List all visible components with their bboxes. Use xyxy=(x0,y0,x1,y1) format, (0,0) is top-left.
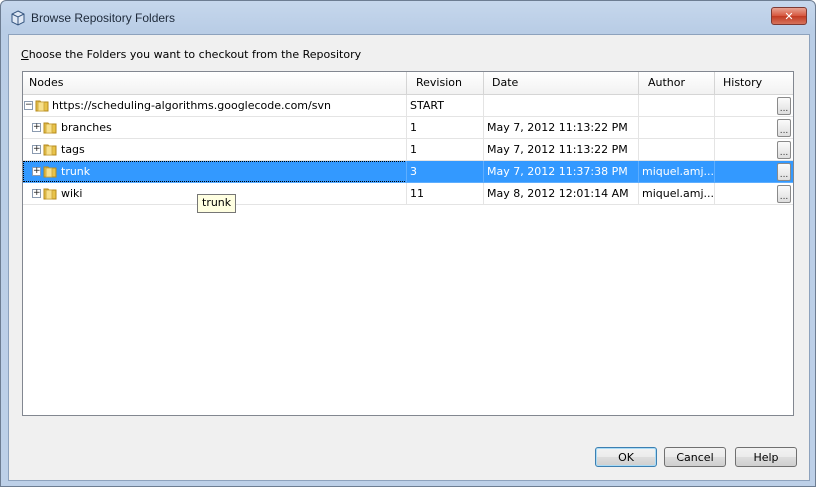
title-bar[interactable]: Browse Repository Folders ✕ xyxy=(1,1,815,35)
node-label: trunk xyxy=(61,165,91,178)
folders-tree-table[interactable]: Nodes Revision Date Author History − htt… xyxy=(22,71,794,416)
dialog-content: Choose the Folders you want to checkout … xyxy=(8,34,810,481)
node-cell[interactable]: + tags xyxy=(23,139,407,161)
author-cell xyxy=(639,139,715,161)
revision-cell: 11 xyxy=(407,183,484,205)
node-tooltip: trunk xyxy=(197,194,237,213)
expand-icon[interactable]: + xyxy=(32,145,41,154)
node-label: branches xyxy=(61,121,112,134)
node-cell[interactable]: + branches xyxy=(23,117,407,139)
folder-icon xyxy=(43,144,57,156)
date-cell: May 8, 2012 12:01:14 AM xyxy=(484,183,639,205)
node-cell[interactable]: − https://scheduling-algorithms.googleco… xyxy=(23,95,407,117)
revision-cell: START xyxy=(407,95,484,117)
table-header: Nodes Revision Date Author History xyxy=(23,72,793,95)
browse-repository-dialog: Browse Repository Folders ✕ Choose the F… xyxy=(0,0,816,487)
column-header-revision[interactable]: Revision xyxy=(407,72,484,94)
table-row[interactable]: + tags 1 May 7, 2012 11:13:22 PM ... xyxy=(23,139,793,161)
date-cell: May 7, 2012 11:13:22 PM xyxy=(484,139,639,161)
revision-cell: 1 xyxy=(407,117,484,139)
author-cell xyxy=(639,117,715,139)
folder-icon xyxy=(35,100,49,112)
expand-icon[interactable]: + xyxy=(32,189,41,198)
folder-icon xyxy=(43,166,57,178)
column-header-date[interactable]: Date xyxy=(484,72,639,94)
instruction-text: Choose the Folders you want to checkout … xyxy=(21,48,361,61)
node-cell[interactable]: + trunk xyxy=(23,161,407,183)
table-row[interactable]: + branches 1 May 7, 2012 11:13:22 PM ... xyxy=(23,117,793,139)
close-button[interactable]: ✕ xyxy=(771,7,807,25)
history-button[interactable]: ... xyxy=(777,163,791,181)
column-header-author[interactable]: Author xyxy=(639,72,715,94)
mnemonic-letter: C xyxy=(21,48,29,61)
folder-icon xyxy=(43,122,57,134)
author-cell: miquel.amj... xyxy=(639,183,715,205)
history-button[interactable]: ... xyxy=(777,141,791,159)
instruction-rest: hoose the Folders you want to checkout f… xyxy=(28,48,362,61)
revision-cell: 1 xyxy=(407,139,484,161)
table-row-selected[interactable]: + trunk 3 May 7, 2012 11:37:38 PM miquel… xyxy=(23,161,793,183)
cancel-button[interactable]: Cancel xyxy=(664,447,726,467)
table-row[interactable]: − https://scheduling-algorithms.googleco… xyxy=(23,95,793,117)
column-header-history[interactable]: History xyxy=(715,72,793,94)
author-cell xyxy=(639,95,715,117)
node-label: https://scheduling-algorithms.googlecode… xyxy=(52,99,331,112)
app-cube-icon xyxy=(11,10,25,26)
close-icon: ✕ xyxy=(784,9,794,23)
ok-button[interactable]: OK xyxy=(595,447,657,467)
help-button[interactable]: Help xyxy=(735,447,797,467)
node-label: tags xyxy=(61,143,85,156)
column-header-nodes[interactable]: Nodes xyxy=(23,72,407,94)
date-cell: May 7, 2012 11:37:38 PM xyxy=(484,161,639,183)
history-button[interactable]: ... xyxy=(777,119,791,137)
date-cell xyxy=(484,95,639,117)
expand-icon[interactable]: + xyxy=(32,123,41,132)
history-button[interactable]: ... xyxy=(777,97,791,115)
node-label: wiki xyxy=(61,187,83,200)
history-button[interactable]: ... xyxy=(777,185,791,203)
folder-icon xyxy=(43,188,57,200)
collapse-icon[interactable]: − xyxy=(24,101,33,110)
window-title: Browse Repository Folders xyxy=(31,11,176,25)
author-cell: miquel.amj... xyxy=(639,161,715,183)
date-cell: May 7, 2012 11:13:22 PM xyxy=(484,117,639,139)
table-row[interactable]: + wiki 11 May 8, 2012 12:01:14 AM miquel… xyxy=(23,183,793,205)
revision-cell: 3 xyxy=(407,161,484,183)
expand-icon[interactable]: + xyxy=(32,167,41,176)
